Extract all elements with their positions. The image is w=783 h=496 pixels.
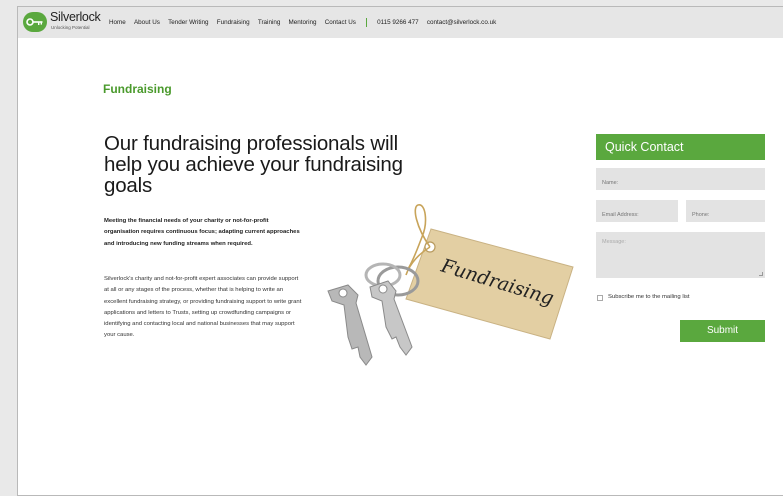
brand-name: Silverlock	[50, 10, 101, 24]
nav-item-fundraising[interactable]: Fundraising	[217, 19, 250, 26]
nav-item-tender-writing[interactable]: Tender Writing	[168, 19, 208, 26]
top-navbar: Silverlock Unlocking Potential Home Abou…	[18, 7, 783, 38]
submit-button[interactable]: Submit	[680, 320, 765, 342]
key-logo-icon	[23, 12, 47, 32]
nav-item-about-us[interactable]: About Us	[134, 19, 160, 26]
nav-item-training[interactable]: Training	[258, 19, 281, 26]
message-placeholder: Message:	[602, 239, 626, 245]
brand-tagline: Unlocking Potential	[51, 25, 90, 30]
luggage-tag: Fundraising	[405, 228, 574, 340]
subscribe-label: Subscribe me to the mailing list	[608, 294, 690, 300]
subscribe-checkbox[interactable]	[597, 295, 603, 301]
keys-with-tag-illustration: Fundraising	[327, 204, 574, 366]
quick-contact-title: Quick Contact	[596, 134, 765, 160]
logo[interactable]: Silverlock Unlocking Potential	[23, 10, 103, 36]
lead-paragraph: Meeting the financial needs of your char…	[104, 218, 300, 247]
nav-item-contact-us[interactable]: Contact Us	[325, 19, 356, 26]
name-field[interactable]	[596, 168, 765, 190]
phone-field[interactable]	[686, 200, 765, 222]
nav-item-mentoring[interactable]: Mentoring	[289, 19, 317, 26]
main-nav: Home About Us Tender Writing Fundraising…	[109, 18, 504, 27]
message-field[interactable]: Message:	[596, 232, 765, 278]
nav-item-home[interactable]: Home	[109, 19, 126, 26]
email-field[interactable]	[596, 200, 678, 222]
section-title: Fundraising	[103, 82, 172, 96]
nav-email-link[interactable]: contact@silverlock.co.uk	[427, 19, 496, 26]
body-paragraph: Silverlock's charity and not-for-profit …	[104, 276, 302, 339]
nav-phone-link[interactable]: 0115 9266 477	[377, 19, 419, 26]
resize-handle-icon[interactable]	[759, 272, 763, 276]
nav-divider	[366, 18, 368, 27]
page: Silverlock Unlocking Potential Home Abou…	[17, 6, 783, 496]
